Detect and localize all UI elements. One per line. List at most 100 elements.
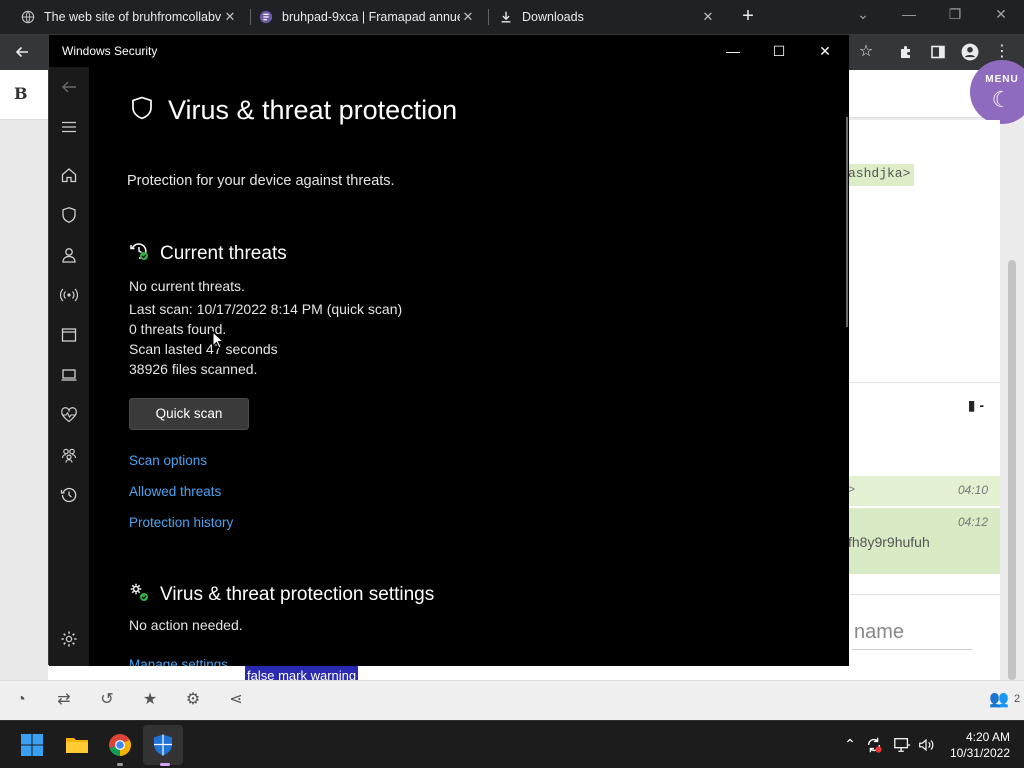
content-scrollbar[interactable] bbox=[846, 117, 848, 327]
file-explorer-icon[interactable] bbox=[61, 729, 93, 761]
system-clock[interactable]: 4:20 AM 10/31/2022 bbox=[940, 729, 1010, 761]
shield-icon[interactable] bbox=[57, 203, 81, 227]
chrome-running-indicator bbox=[117, 763, 123, 766]
device-health-icon[interactable] bbox=[57, 403, 81, 427]
protection-settings-header: Virus & threat protection settings bbox=[129, 582, 434, 607]
page-margin bbox=[0, 120, 48, 680]
minimize-button[interactable]: — bbox=[718, 39, 748, 63]
account-icon[interactable] bbox=[57, 243, 81, 267]
tab-label: Downloads bbox=[522, 10, 584, 24]
page-scrollbar[interactable] bbox=[1008, 260, 1016, 680]
page-subtitle: Protection for your device against threa… bbox=[127, 173, 395, 189]
mouse-cursor-icon bbox=[212, 331, 224, 349]
security-nav-rail bbox=[49, 67, 89, 666]
history-icon[interactable]: ↺ bbox=[96, 689, 118, 711]
users-icon[interactable]: 👥 bbox=[988, 689, 1010, 711]
network-display-icon[interactable] bbox=[892, 736, 912, 757]
dashboard-gauge-icon[interactable]: ◔ bbox=[10, 689, 32, 711]
page-right-column: MENU ☾ ashdjka> ▮ - > 04:10 04:12 fh8y9r… bbox=[844, 60, 1024, 714]
extensions-puzzle-icon[interactable] bbox=[894, 40, 918, 64]
start-icon[interactable] bbox=[16, 729, 48, 761]
framapad-icon bbox=[258, 9, 274, 25]
threat-status-text: No current threats. bbox=[129, 278, 245, 294]
profile-avatar-icon[interactable] bbox=[958, 40, 982, 64]
browser-close-button[interactable]: ✕ bbox=[989, 6, 1013, 26]
clock-date: 10/31/2022 bbox=[949, 746, 1010, 760]
input-underline bbox=[852, 649, 972, 650]
protection-settings-heading: Virus & threat protection settings bbox=[160, 583, 435, 605]
tab-downloads[interactable]: Downloads ✕ bbox=[478, 0, 728, 34]
chat-minimize-icon[interactable]: ▮ - bbox=[968, 397, 984, 414]
settings-ok-icon bbox=[129, 582, 160, 607]
volume-icon[interactable] bbox=[916, 736, 936, 757]
security-main-content: Virus & threat protection Protection for… bbox=[89, 67, 849, 666]
browser-restore-button[interactable]: ❐ bbox=[943, 6, 967, 26]
chat-message: 04:12 fh8y9r9hufuh bbox=[848, 508, 1000, 574]
protection-history-link[interactable]: Protection history bbox=[129, 515, 233, 530]
tab-framapad[interactable]: bruhpad-9xca | Framapad annuel ✕ bbox=[238, 0, 488, 34]
chat-time: 04:10 bbox=[957, 483, 988, 497]
window-title: Windows Security bbox=[62, 44, 158, 58]
maximize-button[interactable]: ☐ bbox=[764, 39, 794, 63]
scan-options-link[interactable]: Scan options bbox=[129, 453, 207, 468]
scan-duration-text: Scan lasted 47 seconds bbox=[129, 341, 278, 357]
firewall-network-icon[interactable] bbox=[57, 283, 81, 307]
new-tab-button[interactable]: + bbox=[738, 6, 758, 26]
security-running-indicator bbox=[160, 763, 170, 766]
hamburger-menu-icon[interactable] bbox=[57, 115, 81, 139]
protection-history-icon[interactable] bbox=[57, 483, 81, 507]
tab-label: The web site of bruhfromcollabv bbox=[44, 10, 222, 24]
settings-icon[interactable] bbox=[57, 627, 81, 651]
show-hidden-icons-chevron-icon[interactable]: ⌃ bbox=[840, 736, 860, 753]
star-icon[interactable]: ★ bbox=[139, 689, 161, 711]
clock-time: 4:20 AM bbox=[965, 730, 1010, 744]
chat-panel: ashdjka> ▮ - > 04:10 04:12 fh8y9r9hufuh … bbox=[844, 120, 1000, 714]
name-placeholder: name bbox=[854, 621, 905, 643]
download-icon bbox=[498, 9, 514, 25]
settings-gear-icon[interactable]: ⚙ bbox=[182, 689, 204, 711]
tab-close-icon[interactable]: ✕ bbox=[460, 9, 476, 25]
pad-bottom-toolbar: ◔ ⇄ ↺ ★ ⚙ ⋖ 👥 2 bbox=[0, 680, 1024, 720]
share-icon[interactable]: ⋖ bbox=[225, 689, 247, 711]
chat-message: > 04:10 bbox=[848, 476, 1000, 506]
current-threats-header: Current threats bbox=[129, 241, 287, 266]
framapad-logo-icon: ☾ bbox=[991, 87, 1013, 112]
sync-alert-icon[interactable] bbox=[864, 736, 884, 757]
bold-format-button[interactable]: B bbox=[14, 84, 28, 103]
app-browser-control-icon[interactable] bbox=[57, 323, 81, 347]
bookmark-star-icon[interactable]: ☆ bbox=[854, 40, 878, 64]
tab-collabvm[interactable]: The web site of bruhfromcollabv ✕ bbox=[0, 0, 250, 34]
windows-security-icon[interactable] bbox=[147, 729, 179, 761]
chat-header: ▮ - bbox=[848, 382, 1000, 430]
users-count: 2 bbox=[1014, 693, 1021, 705]
close-button[interactable]: ✕ bbox=[810, 39, 840, 63]
home-icon[interactable] bbox=[57, 163, 81, 187]
page-header: Virus & threat protection bbox=[129, 95, 457, 126]
tab-label: bruhpad-9xca | Framapad annuel bbox=[282, 10, 460, 24]
tab-close-icon[interactable]: ✕ bbox=[700, 9, 716, 25]
browser-minimize-button[interactable]: — bbox=[897, 6, 921, 26]
family-options-icon[interactable] bbox=[57, 443, 81, 467]
chrome-icon[interactable] bbox=[104, 729, 136, 761]
import-export-icon[interactable]: ⇄ bbox=[53, 689, 75, 711]
allowed-threats-link[interactable]: Allowed threats bbox=[129, 484, 221, 499]
tab-close-icon[interactable]: ✕ bbox=[222, 9, 238, 25]
code-snippet: ashdjka> bbox=[844, 164, 915, 186]
browser-tab-bar: The web site of bruhfromcollabv ✕ bruhpa… bbox=[0, 0, 1024, 34]
windows-taskbar: ⌃ 4:20 AM 10/31/2022 bbox=[0, 720, 1024, 768]
menu-label: MENU bbox=[985, 74, 1019, 85]
last-scan-text: Last scan: 10/17/2022 8:14 PM (quick sca… bbox=[129, 301, 403, 317]
page-title: Virus & threat protection bbox=[168, 95, 458, 125]
windows-security-window: Windows Security — ☐ ✕ Virus & threat pr… bbox=[48, 34, 849, 666]
page-editor-toolbar: B bbox=[0, 70, 48, 120]
back-arrow-icon[interactable] bbox=[57, 75, 81, 99]
manage-settings-link[interactable]: Manage settings bbox=[129, 657, 228, 666]
device-security-icon[interactable] bbox=[57, 363, 81, 387]
shield-icon bbox=[129, 95, 168, 126]
quick-scan-button[interactable]: Quick scan bbox=[129, 398, 249, 430]
tab-search-icon[interactable]: ⌄ bbox=[851, 6, 875, 26]
chat-arrow: > bbox=[848, 482, 856, 496]
window-title-bar: Windows Security — ☐ ✕ bbox=[49, 35, 849, 67]
back-arrow-icon[interactable] bbox=[10, 40, 34, 64]
side-panel-icon[interactable] bbox=[926, 40, 950, 64]
